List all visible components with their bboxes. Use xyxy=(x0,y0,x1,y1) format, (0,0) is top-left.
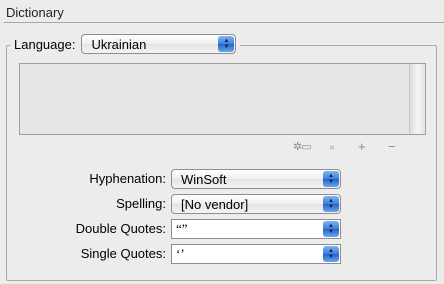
combo-arrows-icon[interactable]: ▲ ▼ xyxy=(323,246,339,262)
popup-arrows-icon: ▲ ▼ xyxy=(218,36,235,52)
language-popup[interactable]: Ukrainian ▲ ▼ xyxy=(81,34,237,54)
language-value: Ukrainian xyxy=(91,36,147,52)
hyphenation-row: Hyphenation: WinSoft ▲ ▼ xyxy=(0,169,444,189)
dictionary-list[interactable] xyxy=(19,63,426,135)
language-row: Language: Ukrainian ▲ ▼ xyxy=(10,34,241,54)
double-quotes-value: “” xyxy=(176,221,188,236)
add-icon[interactable]: + xyxy=(358,140,366,153)
list-scrollbar[interactable] xyxy=(409,64,425,134)
hyphenation-label: Hyphenation: xyxy=(89,171,166,186)
popup-arrows-icon: ▲ ▼ xyxy=(323,196,339,212)
single-quotes-value: ‘’ xyxy=(176,246,185,261)
double-quotes-combo[interactable]: “” ▲ ▼ xyxy=(171,219,341,239)
spelling-row: Spelling: [No vendor] ▲ ▼ xyxy=(0,194,444,214)
spelling-value: [No vendor] xyxy=(181,196,249,212)
double-quotes-label: Double Quotes: xyxy=(75,221,166,236)
page-icon[interactable]: ▫ xyxy=(330,141,334,153)
single-quotes-label: Single Quotes: xyxy=(80,246,166,261)
hyphenation-popup[interactable]: WinSoft ▲ ▼ xyxy=(171,169,341,189)
spelling-popup[interactable]: [No vendor] ▲ ▼ xyxy=(171,194,341,214)
hyphenation-value: WinSoft xyxy=(181,171,227,187)
section-divider xyxy=(4,22,444,23)
new-dictionary-icon[interactable]: ✲▭ xyxy=(293,141,312,153)
double-quotes-row: Double Quotes: “” ▲ ▼ xyxy=(0,219,444,239)
spelling-label: Spelling: xyxy=(116,196,166,211)
combo-arrows-icon[interactable]: ▲ ▼ xyxy=(323,221,339,237)
section-title: Dictionary xyxy=(6,5,64,20)
remove-icon[interactable]: − xyxy=(388,140,396,153)
single-quotes-combo[interactable]: ‘’ ▲ ▼ xyxy=(171,244,341,264)
list-toolbar: ✲▭ ▫ + − xyxy=(0,140,444,153)
popup-arrows-icon: ▲ ▼ xyxy=(323,171,339,187)
single-quotes-row: Single Quotes: ‘’ ▲ ▼ xyxy=(0,244,444,264)
language-label: Language: xyxy=(14,36,76,52)
